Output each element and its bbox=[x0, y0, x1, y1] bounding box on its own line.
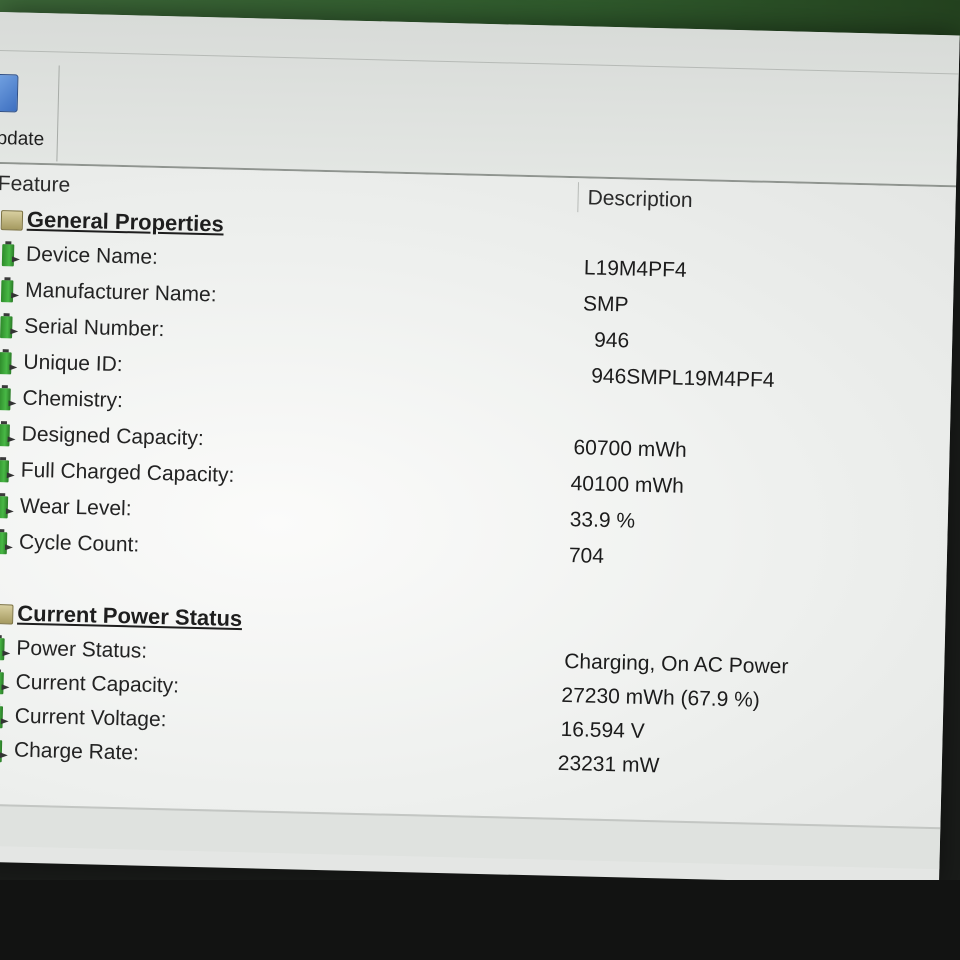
property-value: 946 bbox=[593, 328, 630, 353]
column-header-feature[interactable]: Feature bbox=[0, 172, 70, 198]
property-label: Charge Rate: bbox=[13, 738, 140, 765]
battery-icon bbox=[0, 496, 9, 519]
property-value: 33.9 % bbox=[569, 508, 636, 533]
property-list: Feature Description General Properties D… bbox=[0, 163, 956, 828]
battery-icon bbox=[0, 424, 10, 447]
property-value: SMP bbox=[582, 292, 629, 317]
property-label: Chemistry: bbox=[22, 386, 124, 413]
group-title: General Properties bbox=[26, 206, 225, 237]
property-label: Device Name: bbox=[25, 242, 159, 269]
property-label: Full Charged Capacity: bbox=[20, 458, 235, 487]
battery-icon bbox=[0, 280, 14, 303]
battery-icon bbox=[0, 316, 13, 339]
battery-icon bbox=[0, 388, 11, 411]
property-label: Serial Number: bbox=[24, 314, 165, 342]
property-label: Designed Capacity: bbox=[21, 422, 205, 451]
battery-icon bbox=[0, 532, 8, 555]
monitor-refresh-icon bbox=[0, 73, 19, 113]
property-value: 23231 mW bbox=[557, 751, 660, 778]
battery-info-window: Update Feature Description General Prope… bbox=[0, 12, 960, 886]
battery-icon bbox=[0, 638, 5, 661]
property-label: Manufacturer Name: bbox=[24, 278, 217, 307]
screen-bezel-bottom bbox=[0, 880, 960, 960]
battery-group-icon bbox=[0, 603, 14, 625]
battery-icon bbox=[1, 244, 15, 267]
property-label: Current Capacity: bbox=[15, 670, 180, 698]
property-value: 946SMPL19M4PF4 bbox=[591, 364, 775, 393]
property-label: Cycle Count: bbox=[18, 530, 140, 557]
battery-icon bbox=[0, 460, 10, 483]
property-value: 704 bbox=[568, 544, 605, 568]
property-value: 60700 mWh bbox=[573, 436, 688, 462]
property-label: Power Status: bbox=[16, 636, 148, 663]
column-divider[interactable] bbox=[577, 182, 580, 213]
group-title: Current Power Status bbox=[17, 600, 243, 632]
property-label: Current Voltage: bbox=[14, 704, 167, 732]
battery-icon bbox=[0, 739, 3, 763]
property-value: 40100 mWh bbox=[570, 472, 685, 498]
toolbar: Update bbox=[0, 12, 960, 188]
property-value: Charging, On AC Power bbox=[564, 649, 789, 679]
battery-group-icon bbox=[0, 210, 24, 231]
column-header-description[interactable]: Description bbox=[587, 186, 693, 213]
toolbar-divider bbox=[0, 49, 959, 75]
update-button[interactable]: Update bbox=[0, 63, 60, 162]
battery-icon bbox=[0, 705, 4, 729]
update-button-label: Update bbox=[0, 127, 45, 151]
property-value: L19M4PF4 bbox=[583, 256, 687, 282]
property-value: 27230 mWh (67.9 %) bbox=[561, 683, 761, 712]
property-label: Unique ID: bbox=[23, 350, 123, 377]
battery-icon bbox=[0, 352, 12, 375]
battery-icon bbox=[0, 671, 4, 695]
property-value: 16.594 V bbox=[560, 717, 645, 743]
property-label: Wear Level: bbox=[19, 494, 132, 521]
